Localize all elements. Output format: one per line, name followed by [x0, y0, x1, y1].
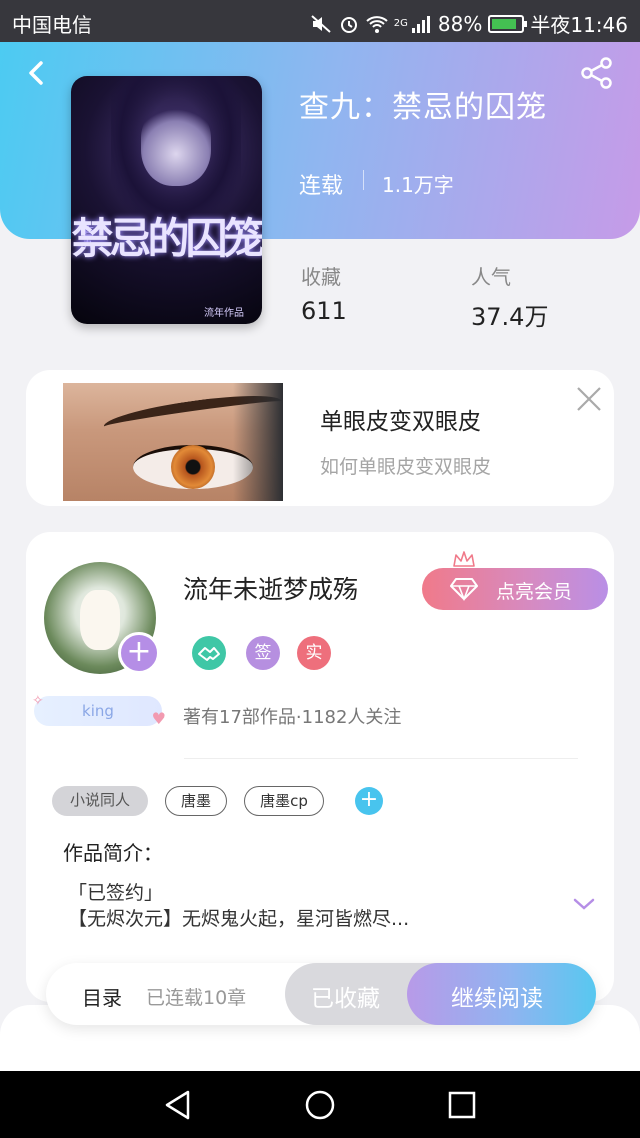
chapter-count: 已连载10章	[146, 987, 247, 1009]
status-bar: 中国电信 2G 88% 半夜11:46	[0, 0, 640, 42]
wifi-icon	[366, 15, 388, 33]
heart-icon: ♥	[151, 709, 166, 728]
back-arrow-icon[interactable]	[22, 58, 52, 88]
mute-icon	[311, 14, 331, 33]
sparkle-icon: ✧	[32, 693, 44, 709]
signal-icon	[411, 15, 430, 33]
chevron-down-icon[interactable]	[572, 896, 596, 912]
ad-card[interactable]: 单眼皮变双眼皮 如何单眼皮变双眼皮	[26, 370, 614, 506]
nav-recents-icon[interactable]	[446, 1089, 478, 1121]
share-icon[interactable]	[580, 56, 614, 90]
popularity-value: 37.4万	[471, 303, 549, 331]
vip-button[interactable]: 点亮会员	[422, 568, 608, 610]
battery-percent: 88%	[437, 11, 483, 36]
carrier-label: 中国电信	[12, 13, 92, 37]
alarm-icon	[340, 16, 357, 33]
tag-item[interactable]: 小说同人	[52, 786, 148, 816]
status-divider	[363, 170, 364, 190]
diamond-icon	[450, 578, 478, 601]
cover-art-face	[141, 106, 211, 186]
action-bar: 目录 已连载10章 已收藏 继续阅读	[46, 963, 596, 1025]
collected-button-label: 已收藏	[311, 986, 380, 1012]
toc-button[interactable]: 目录	[82, 982, 122, 1011]
verified-badge[interactable]: 实	[297, 636, 331, 670]
favorites-label: 收藏	[301, 265, 341, 289]
status-icons: 2G 88% 半夜11:46	[310, 9, 628, 38]
vip-button-label: 点亮会员	[496, 581, 573, 603]
signed-badge[interactable]: 签	[246, 636, 280, 670]
close-icon[interactable]	[574, 384, 604, 414]
tag-item[interactable]: 唐墨	[165, 786, 227, 816]
intro-line: 【无烬次元】无烬鬼火起，星河皆燃尽...	[68, 908, 410, 930]
nav-back-icon[interactable]	[162, 1089, 194, 1121]
handshake-icon[interactable]	[192, 636, 226, 670]
book-status: 连载	[299, 174, 344, 199]
continue-button-label: 继续阅读	[451, 986, 543, 1012]
favorites-value: 611	[301, 297, 347, 325]
continue-reading-button[interactable]: 继续阅读	[407, 963, 596, 1025]
level-tag-label: king	[82, 702, 114, 720]
book-cover[interactable]: 查九 禁忌的囚笼 流年作品	[71, 76, 262, 324]
ad-description: 如何单眼皮变双眼皮	[320, 456, 492, 478]
intro-line: 「已签约」	[68, 882, 164, 904]
author-meta: 著有17部作品·1182人关注	[183, 707, 402, 728]
book-title: 查九：禁忌的囚笼	[299, 90, 547, 125]
author-card: + 流年未逝梦成殇 点亮会员 签 实 ✧ king ♥ 著有17部作品·1182…	[26, 532, 614, 1002]
author-name[interactable]: 流年未逝梦成殇	[183, 570, 358, 606]
clock: 半夜11:46	[530, 13, 628, 37]
ad-image	[63, 383, 283, 501]
cover-publisher-art: 流年作品	[204, 308, 244, 319]
battery-icon	[488, 14, 528, 33]
divider	[184, 758, 578, 759]
nav-home-icon[interactable]	[304, 1089, 336, 1121]
cover-title-art: 禁忌的囚笼	[71, 214, 262, 263]
system-nav-bar	[0, 1071, 640, 1138]
book-word-count: 1.1万字	[382, 173, 454, 197]
ad-title: 单眼皮变双眼皮	[320, 409, 481, 435]
network-type: 2G	[393, 18, 408, 29]
follow-plus-icon[interactable]: +	[118, 632, 160, 674]
intro-heading: 作品简介：	[63, 841, 163, 865]
add-tag-plus-icon[interactable]: +	[355, 787, 383, 815]
tag-item[interactable]: 唐墨cp	[244, 786, 324, 816]
popularity-label: 人气	[471, 265, 511, 289]
crown-icon	[453, 551, 475, 567]
level-tag: ✧ king ♥	[32, 693, 166, 728]
